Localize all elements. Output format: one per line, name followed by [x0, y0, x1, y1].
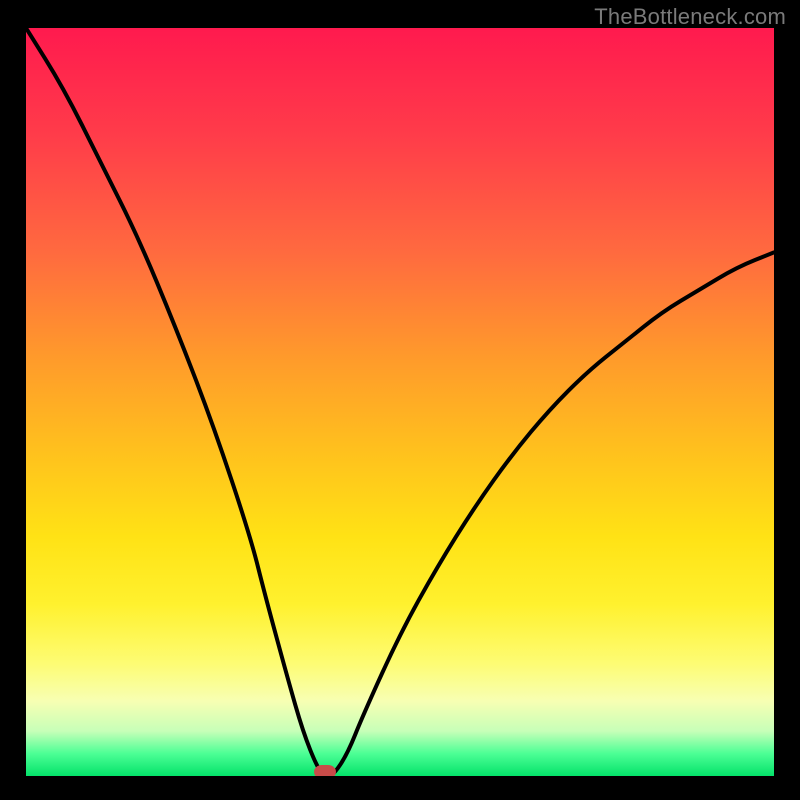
optimal-point-marker	[314, 765, 336, 776]
watermark-text: TheBottleneck.com	[594, 4, 786, 30]
bottleneck-curve-path	[26, 28, 774, 776]
chart-frame: TheBottleneck.com	[0, 0, 800, 800]
curve-svg	[26, 28, 774, 776]
plot-area	[26, 28, 774, 776]
